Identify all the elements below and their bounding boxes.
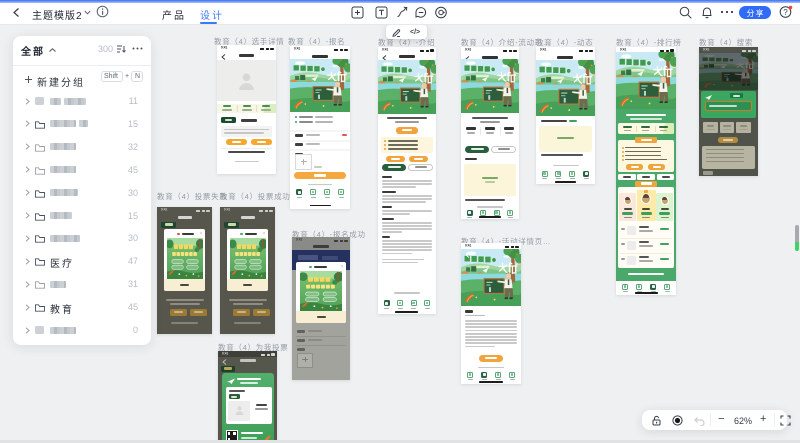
- svg-text:?: ?: [783, 8, 788, 17]
